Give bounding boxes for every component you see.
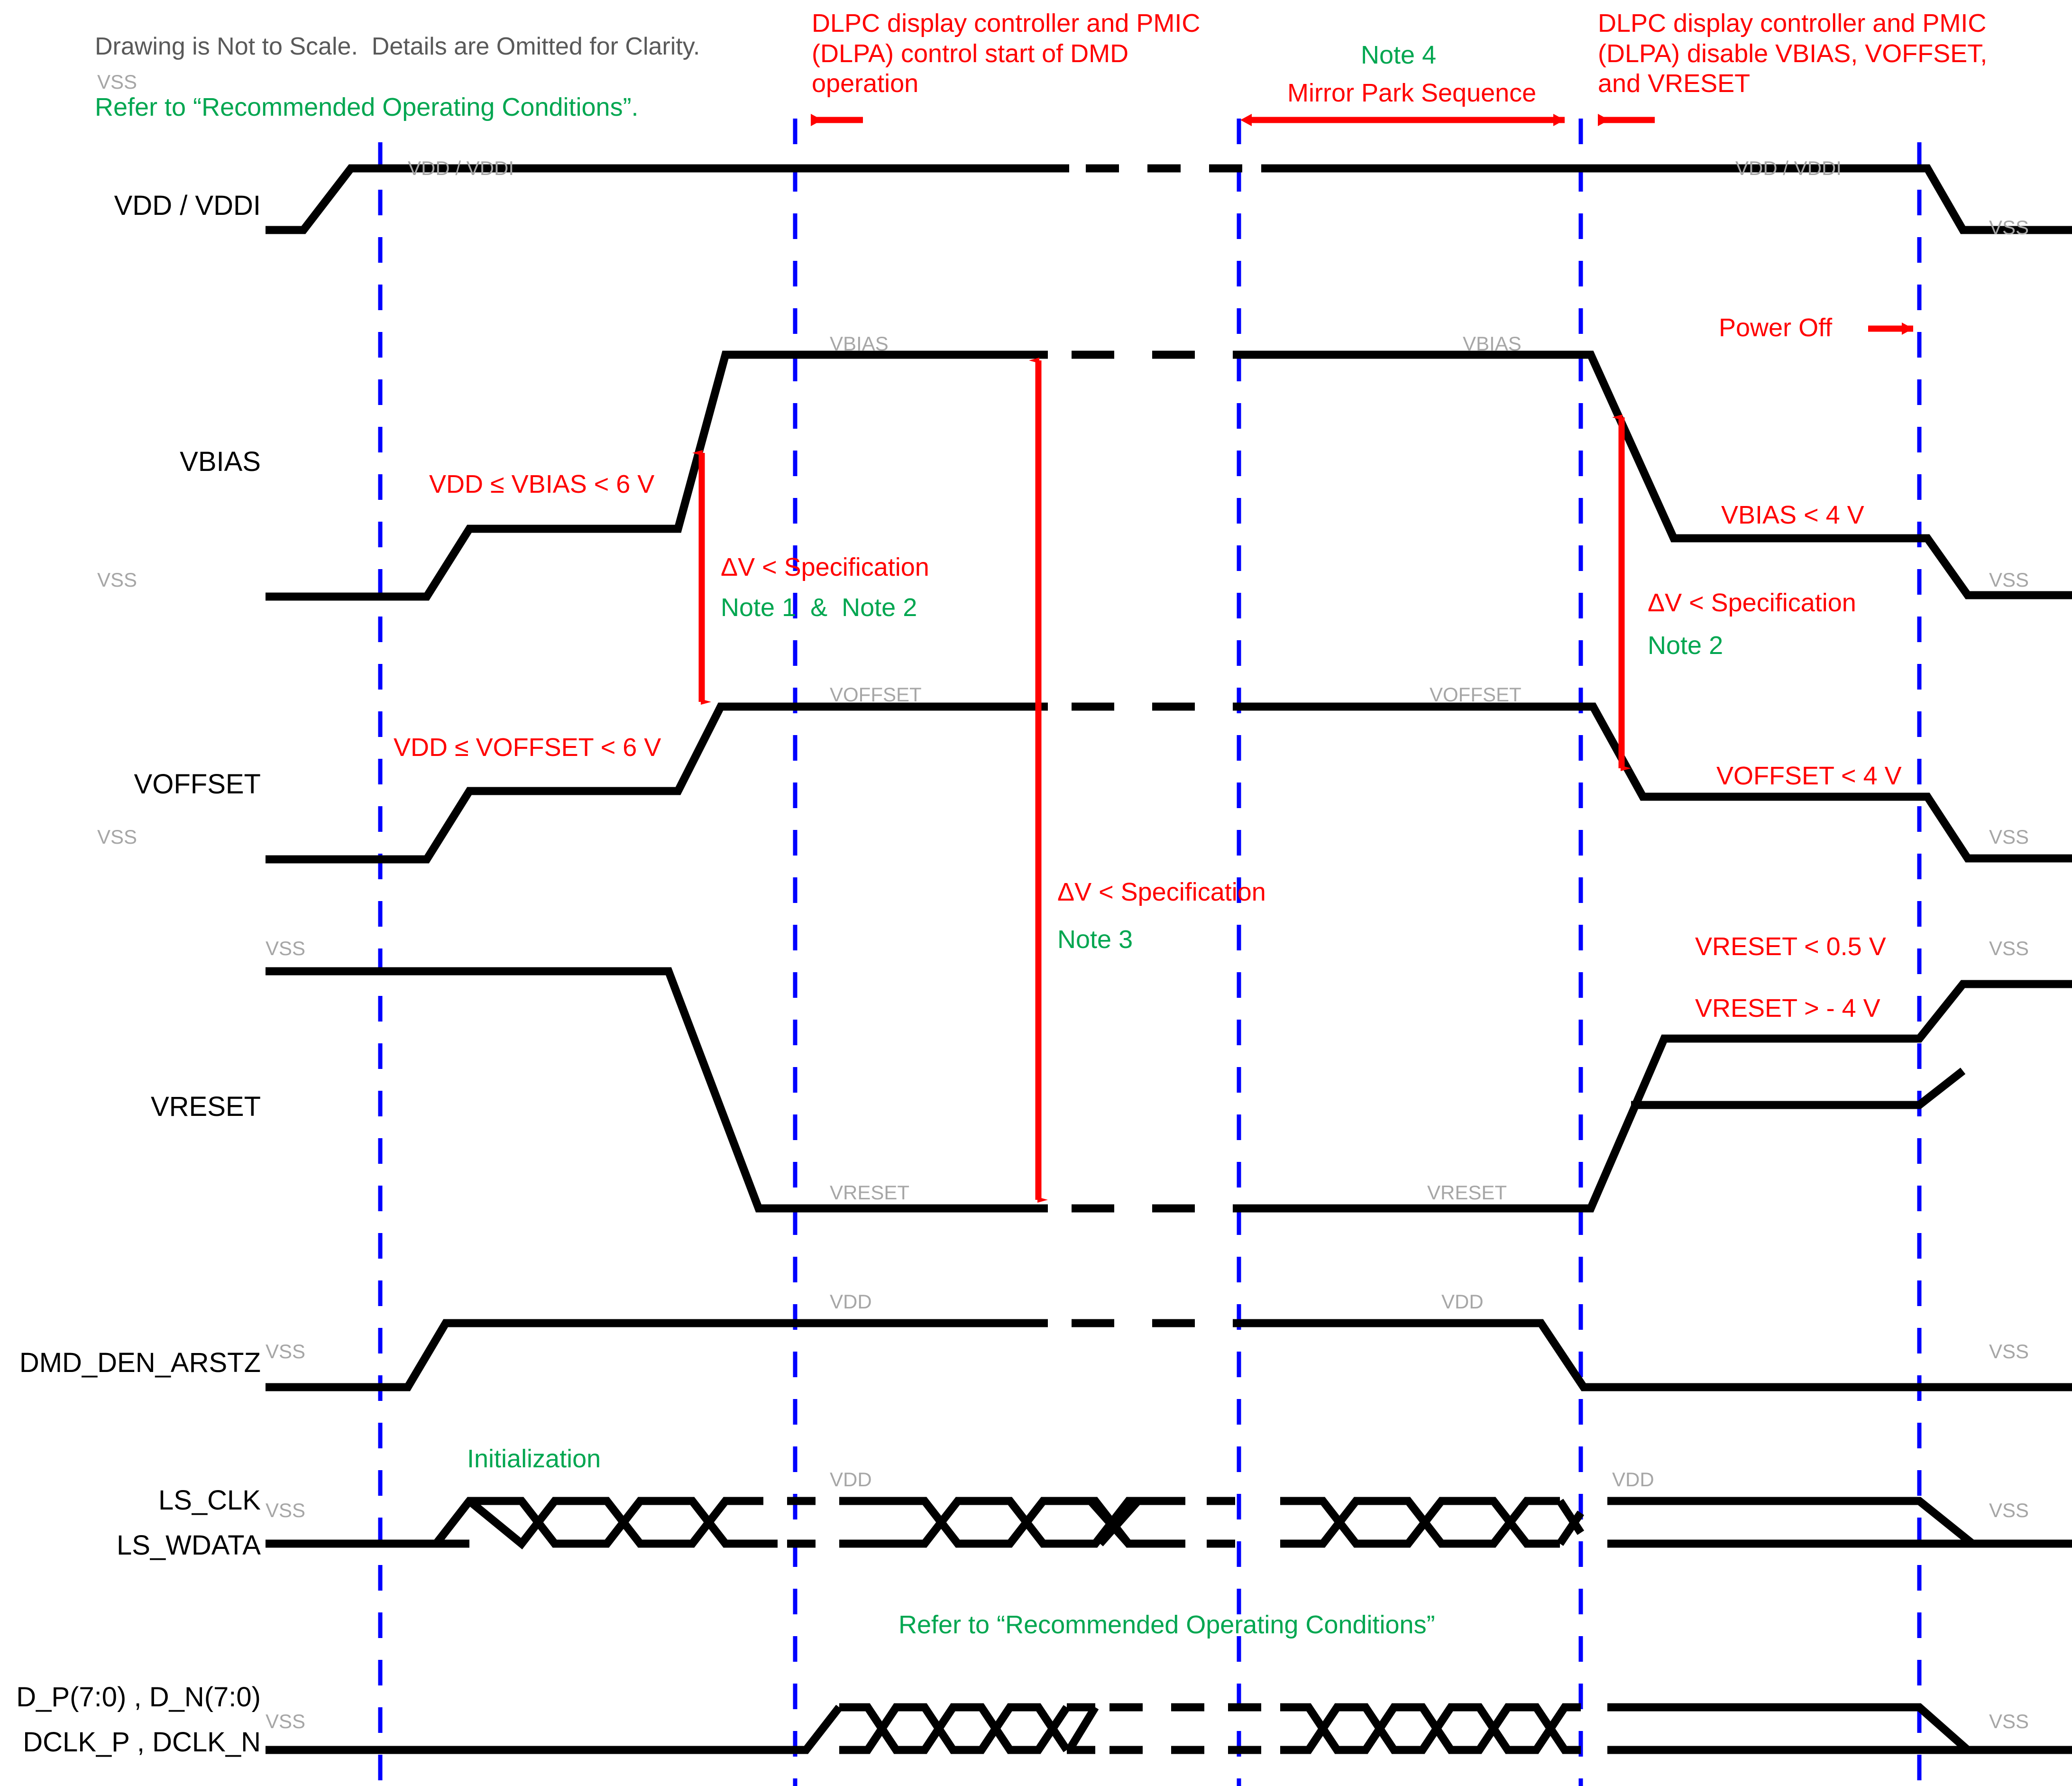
level-label-lsclk-vss-right: VSS — [1989, 1499, 2029, 1521]
signal-label-ls-clk: LS_CLK — [158, 1485, 261, 1516]
level-label-arstz-vdd-mid: VDD — [830, 1290, 872, 1313]
annotation-mirror-park-note: Note 4 — [1361, 41, 1437, 69]
level-label-lsclk-vss-left: VSS — [266, 1499, 306, 1521]
signal-label-dclk: DCLK_P , DCLK_N — [23, 1727, 261, 1758]
signal-label-voffset: VOFFSET — [134, 769, 261, 800]
level-label-vdd-vddi-vss-right: VSS — [1989, 216, 2029, 239]
annotation-voffset-lt-4v: VOFFSET < 4 V — [1716, 762, 1902, 790]
level-label-voffset-vss-right: VSS — [1989, 826, 2029, 848]
trace-ls-clk-wdata — [266, 1497, 2072, 1550]
annotation-note2-right: Note 2 — [1648, 631, 1724, 660]
note-not-to-scale: Drawing is Not to Scale. Details are Omi… — [95, 33, 700, 60]
level-label-lsclk-vdd-mid: VDD — [830, 1468, 872, 1491]
level-label-vreset-low-right: VRESET — [1427, 1181, 1507, 1204]
signal-label-vdd-vddi: VDD / VDDI — [114, 190, 261, 221]
level-label-voffset-high-right: VOFFSET — [1430, 683, 1522, 706]
annotation-vdd-le-vbias: VDD ≤ VBIAS < 6 V — [429, 470, 655, 498]
annotation-initialization: Initialization — [467, 1445, 601, 1473]
annotation-mirror-park-sequence: Mirror Park Sequence — [1287, 79, 1537, 107]
annotation-disable-supplies: DLPC display controller and PMIC (DLPA) … — [1598, 9, 1988, 98]
annotation-vreset-gt-minus4v: VRESET > - 4 V — [1695, 994, 1880, 1022]
level-label-vbias-high-left: VBIAS — [830, 332, 889, 355]
signal-label-ls-wdata: LS_WDATA — [116, 1530, 261, 1561]
level-label-vbias-vss-left: VSS — [97, 569, 138, 591]
level-label-vreset-vss-right: VSS — [1989, 937, 2029, 959]
signal-label-vreset: VRESET — [150, 1091, 261, 1122]
annotation-note3: Note 3 — [1057, 925, 1133, 954]
level-label-vbias-vss-right: VSS — [1989, 569, 2029, 591]
annotation-vbias-lt-4v: VBIAS < 4 V — [1721, 501, 1864, 529]
level-label-arstz-vss-left: VSS — [266, 1340, 306, 1363]
signal-label-dp-dn: D_P(7:0) , D_N(7:0) — [16, 1682, 261, 1712]
annotation-dv-spec-center: ΔV < Specification — [1057, 878, 1266, 906]
level-label-lsclk-vdd-right: VDD — [1612, 1468, 1654, 1491]
level-label-voffset-vss-left: VSS — [97, 826, 138, 848]
waveform-graphics — [266, 114, 2072, 1786]
annotation-vdd-le-voffset: VDD ≤ VOFFSET < 6 V — [394, 733, 661, 762]
timing-diagram-canvas: Drawing is Not to Scale. Details are Omi… — [0, 0, 2072, 1786]
trace-dmd-den-arstz — [266, 1319, 2072, 1391]
annotation-power-off: Power Off — [1719, 313, 1833, 342]
level-label-vreset-low-left: VRESET — [830, 1181, 910, 1204]
level-label-dp-vss-right: VSS — [1989, 1710, 2029, 1732]
level-label-vdd-vddi-high-right: VDD / VDDI — [1735, 157, 1842, 179]
annotation-dv-spec-right: ΔV < Specification — [1648, 589, 1856, 617]
level-label-voffset-high-left: VOFFSET — [830, 683, 922, 706]
annotation-note1-note2: Note 1 & Note 2 — [721, 593, 917, 622]
trace-dp-dn-dclk — [266, 1703, 2072, 1754]
annotation-vreset-lt-05v: VRESET < 0.5 V — [1695, 932, 1886, 961]
annotation-start-dmd-operation: DLPC display controller and PMIC (DLPA) … — [812, 9, 1201, 98]
annotation-refer-roc-bottom: Refer to “Recommended Operating Conditio… — [898, 1611, 1435, 1639]
signal-label-vbias: VBIAS — [180, 446, 261, 477]
signal-label-dmd-den-arstz: DMD_DEN_ARSTZ — [19, 1347, 261, 1378]
annotation-dv-spec-vbias: ΔV < Specification — [721, 553, 929, 581]
level-label-dp-vss-left: VSS — [266, 1710, 306, 1732]
level-label-arstz-vss-right: VSS — [1989, 1340, 2029, 1363]
level-label-vdd-vddi-vss-left: VSS — [97, 71, 138, 93]
level-label-vreset-vss-left: VSS — [266, 937, 306, 959]
level-label-vbias-high-right: VBIAS — [1463, 332, 1522, 355]
level-label-arstz-vdd-right: VDD — [1441, 1290, 1484, 1313]
level-label-vdd-vddi-high-left: VDD / VDDI — [408, 157, 514, 179]
note-refer-roc-top: Refer to “Recommended Operating Conditio… — [95, 93, 639, 121]
